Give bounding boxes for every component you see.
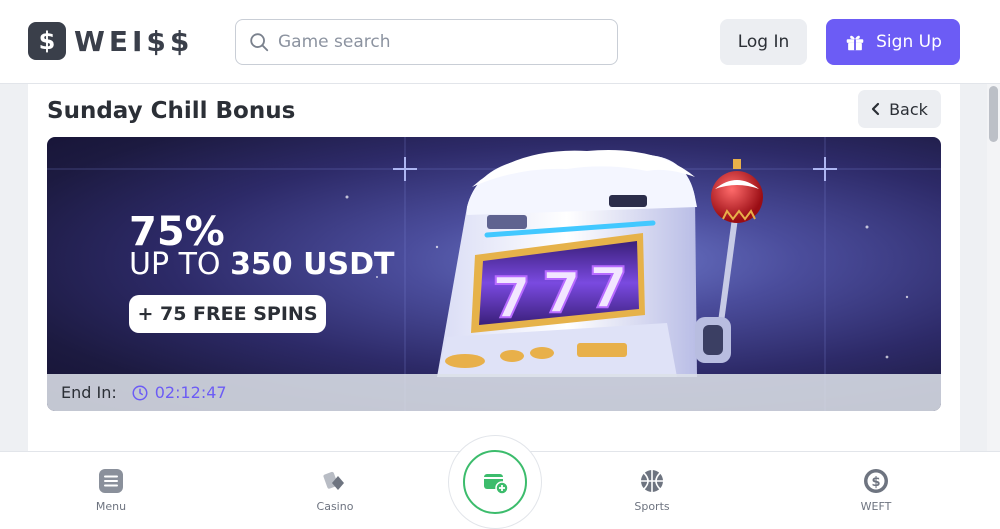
nav-label-casino: Casino bbox=[316, 500, 354, 513]
svg-text:$: $ bbox=[871, 475, 880, 490]
bottom-navigation: Menu Casino Sports $ WEFT bbox=[0, 435, 1000, 529]
nav-label-weft: WEFT bbox=[860, 500, 892, 513]
clock-icon bbox=[132, 385, 148, 400]
scrollbar-thumb[interactable] bbox=[989, 86, 998, 142]
game-search[interactable] bbox=[235, 19, 618, 65]
reel-symbol: 7 bbox=[492, 266, 531, 331]
end-in-label: End In: bbox=[61, 383, 117, 402]
weft-coin-icon: $ bbox=[864, 469, 888, 493]
basketball-icon bbox=[641, 470, 663, 492]
free-spins-badge: + 75 FREE SPINS bbox=[129, 295, 326, 333]
nav-item-sports[interactable]: Sports bbox=[607, 468, 697, 513]
search-input[interactable] bbox=[278, 32, 598, 52]
logo-mark: $ bbox=[28, 22, 66, 60]
back-button[interactable]: Back bbox=[858, 90, 941, 128]
countdown: 02:12:47 bbox=[131, 383, 227, 402]
promo-banner[interactable]: 7 7 7 75% UP TO 350 USDT + 75 FREE SPINS bbox=[47, 137, 941, 411]
nav-item-menu[interactable]: Menu bbox=[66, 468, 156, 513]
search-icon bbox=[250, 33, 269, 52]
nav-label-menu: Menu bbox=[95, 500, 127, 513]
nav-item-casino[interactable]: Casino bbox=[290, 468, 380, 513]
bonus-panel: Sunday Chill Bonus Back 7 7 7 75% UP TO … bbox=[28, 84, 960, 451]
wallet-add-icon bbox=[484, 474, 509, 495]
signup-label: Sign Up bbox=[876, 32, 942, 52]
chevron-left-icon bbox=[871, 102, 880, 116]
promo-amount-line: UP TO 350 USDT bbox=[129, 247, 394, 282]
brand-logo[interactable]: $ WEI$$ bbox=[28, 22, 193, 60]
center-action-button[interactable] bbox=[448, 435, 542, 529]
top-header: $ WEI$$ Log In Sign Up bbox=[0, 0, 1000, 84]
promo-up-to: UP TO bbox=[129, 247, 231, 282]
promo-amount: 350 USDT bbox=[230, 247, 395, 282]
cards-icon bbox=[323, 471, 344, 490]
logo-text: WEI$$ bbox=[74, 24, 194, 58]
reel-symbol: 7 bbox=[589, 256, 628, 321]
page-title: Sunday Chill Bonus bbox=[47, 98, 296, 124]
signup-button[interactable]: Sign Up bbox=[826, 19, 960, 65]
menu-icon bbox=[99, 469, 123, 493]
countdown-value: 02:12:47 bbox=[154, 383, 227, 402]
gift-icon bbox=[846, 35, 864, 51]
back-label: Back bbox=[889, 99, 928, 119]
nav-label-sports: Sports bbox=[634, 500, 670, 513]
center-action-ring bbox=[463, 450, 527, 514]
login-button[interactable]: Log In bbox=[720, 19, 807, 65]
reel-symbol: 7 bbox=[542, 261, 581, 326]
nav-item-weft[interactable]: $ WEFT bbox=[831, 468, 921, 513]
page-scrollbar[interactable] bbox=[987, 84, 1000, 451]
countdown-bar: End In: 02:12:47 bbox=[47, 374, 941, 411]
